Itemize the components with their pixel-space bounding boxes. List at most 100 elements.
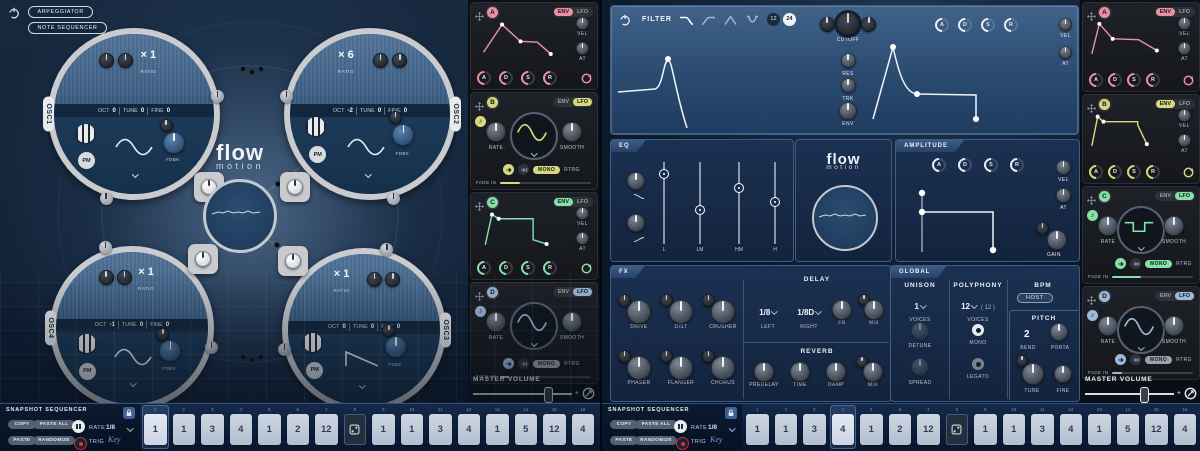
step-cell[interactable]: 1: [775, 414, 798, 445]
step-cell[interactable]: 12: [315, 414, 338, 445]
note-sequencer-button[interactable]: NOTE SEQUENCER: [28, 22, 106, 34]
trigger-hold-icon[interactable]: [518, 164, 529, 175]
tune-value[interactable]: 0: [378, 108, 381, 114]
delay-right-select[interactable]: 1/8D RIGHT: [791, 302, 827, 330]
sequencer-step[interactable]: 91: [972, 405, 999, 449]
move-icon[interactable]: [475, 288, 484, 297]
adsr-knob[interactable]: A: [477, 261, 491, 275]
step-cell[interactable]: 1: [258, 414, 281, 445]
lfo-toggle[interactable]: LFO: [573, 98, 592, 106]
oct-value[interactable]: 0: [113, 108, 116, 114]
amp-env-display[interactable]: [896, 140, 1036, 261]
lfo-wave-display[interactable]: [1117, 306, 1165, 354]
fade-in-slider[interactable]: [1112, 372, 1193, 374]
ratio-value[interactable]: × 1: [334, 269, 350, 280]
adsr-knob[interactable]: D: [499, 261, 513, 275]
sequencer-step[interactable]: 11: [142, 405, 169, 449]
key-mode-label[interactable]: Key: [108, 435, 120, 444]
sequencer-step[interactable]: 21: [773, 405, 800, 449]
oct-value[interactable]: -2: [348, 108, 353, 114]
cutoff-mod-knob[interactable]: [820, 17, 835, 32]
step-cell[interactable]: 4: [458, 414, 481, 445]
at-knob[interactable]: [1178, 134, 1191, 147]
adsr-knob[interactable]: R: [1146, 73, 1160, 87]
retrigger-label[interactable]: RTRG: [1176, 357, 1192, 363]
step-cell[interactable]: 3: [429, 414, 452, 445]
lfo-toggle[interactable]: LFO: [1175, 292, 1194, 300]
trigger-mode-icon[interactable]: [1115, 354, 1126, 365]
adsr-knob[interactable]: D: [499, 71, 513, 85]
slider-handle[interactable]: [1140, 387, 1149, 403]
tune-value[interactable]: 0: [140, 322, 143, 328]
sequencer-step[interactable]: 712: [915, 405, 942, 449]
at-knob[interactable]: [576, 232, 589, 245]
osc-wave-display[interactable]: [112, 136, 156, 158]
step-cell[interactable]: 2: [287, 414, 310, 445]
lfo-wave-display[interactable]: [510, 302, 558, 350]
move-icon[interactable]: [475, 198, 484, 207]
decay-knob[interactable]: D: [958, 18, 972, 32]
mono-button[interactable]: MONO: [533, 166, 560, 174]
delay-mix-knob[interactable]: [864, 300, 884, 320]
filter-at-knob[interactable]: [1059, 46, 1072, 59]
move-icon[interactable]: [1087, 100, 1096, 109]
pause-button[interactable]: [72, 420, 85, 433]
sequencer-step[interactable]: 113: [427, 405, 454, 449]
sequencer-step[interactable]: 164: [1172, 405, 1199, 449]
trigger-mode-icon[interactable]: [503, 164, 514, 175]
env-toggle[interactable]: ENV: [554, 198, 573, 206]
sequencer-step[interactable]: 8: [944, 405, 971, 449]
mod-slot-badge[interactable]: B: [487, 97, 498, 108]
oct-value[interactable]: 0: [343, 324, 346, 330]
sequencer-step[interactable]: 113: [1029, 405, 1056, 449]
rate-knob[interactable]: [486, 122, 506, 142]
move-icon[interactable]: [475, 98, 484, 107]
adsr-knob[interactable]: S: [1127, 73, 1141, 87]
master-volume-slider[interactable]: [1085, 393, 1174, 395]
sync-note-icon[interactable]: ♪: [475, 116, 486, 127]
resonance-knob[interactable]: [841, 53, 856, 68]
eq-band-slider[interactable]: [774, 162, 776, 244]
lock-icon[interactable]: [725, 407, 737, 419]
oct-value[interactable]: -1: [110, 322, 115, 328]
env-toggle[interactable]: ENV: [1156, 100, 1175, 108]
sequencer-step[interactable]: 62: [887, 405, 914, 449]
copy-button[interactable]: COPY: [610, 420, 638, 429]
sequencer-step[interactable]: 101: [1001, 405, 1028, 449]
adsr-knob[interactable]: D: [1108, 165, 1122, 179]
sequencer-step[interactable]: 124: [1058, 405, 1085, 449]
trigger-hold-icon[interactable]: [1130, 258, 1141, 269]
eq-band-slider[interactable]: [663, 162, 665, 244]
mod-depth-knob[interactable]: [287, 179, 303, 195]
lfo-wave-display[interactable]: [510, 112, 558, 160]
at-knob[interactable]: [576, 42, 589, 55]
adsr-knob[interactable]: D: [1108, 73, 1122, 87]
limiter-icon[interactable]: [1184, 387, 1197, 400]
unison-voices-select[interactable]: 1 VOICES: [891, 296, 949, 323]
lfo-toggle[interactable]: LFO: [1175, 100, 1194, 108]
randomize-button[interactable]: RANDOMIZE: [635, 436, 677, 445]
step-dice-icon[interactable]: [344, 414, 367, 445]
reverb-time-knob[interactable]: [790, 362, 810, 382]
sequencer-step[interactable]: 1512: [541, 405, 568, 449]
step-cell[interactable]: 3: [1031, 414, 1054, 445]
master-volume-slider[interactable]: [473, 393, 572, 395]
release-knob[interactable]: R: [1004, 18, 1018, 32]
sequencer-step[interactable]: 131: [1086, 405, 1113, 449]
step-cell[interactable]: 3: [803, 414, 826, 445]
lfo-toggle[interactable]: LFO: [1175, 8, 1194, 16]
gain-mod-knob[interactable]: [1036, 222, 1049, 235]
sequencer-step[interactable]: 164: [570, 405, 597, 449]
step-cell[interactable]: 4: [572, 414, 595, 445]
amp-at-knob[interactable]: [1056, 188, 1071, 203]
chevron-down-icon[interactable]: [1138, 344, 1144, 350]
sequencer-step[interactable]: 1512: [1143, 405, 1170, 449]
eq-low-knob[interactable]: [627, 172, 645, 190]
step-cell[interactable]: 1: [372, 414, 395, 445]
ratio-mod-knob[interactable]: [99, 270, 114, 285]
adsr-knob[interactable]: R: [1146, 165, 1160, 179]
trigger-mode-icon[interactable]: [1115, 258, 1126, 269]
sequencer-step[interactable]: 51: [256, 405, 283, 449]
adsr-knob[interactable]: S: [1127, 165, 1141, 179]
move-icon[interactable]: [475, 8, 484, 17]
